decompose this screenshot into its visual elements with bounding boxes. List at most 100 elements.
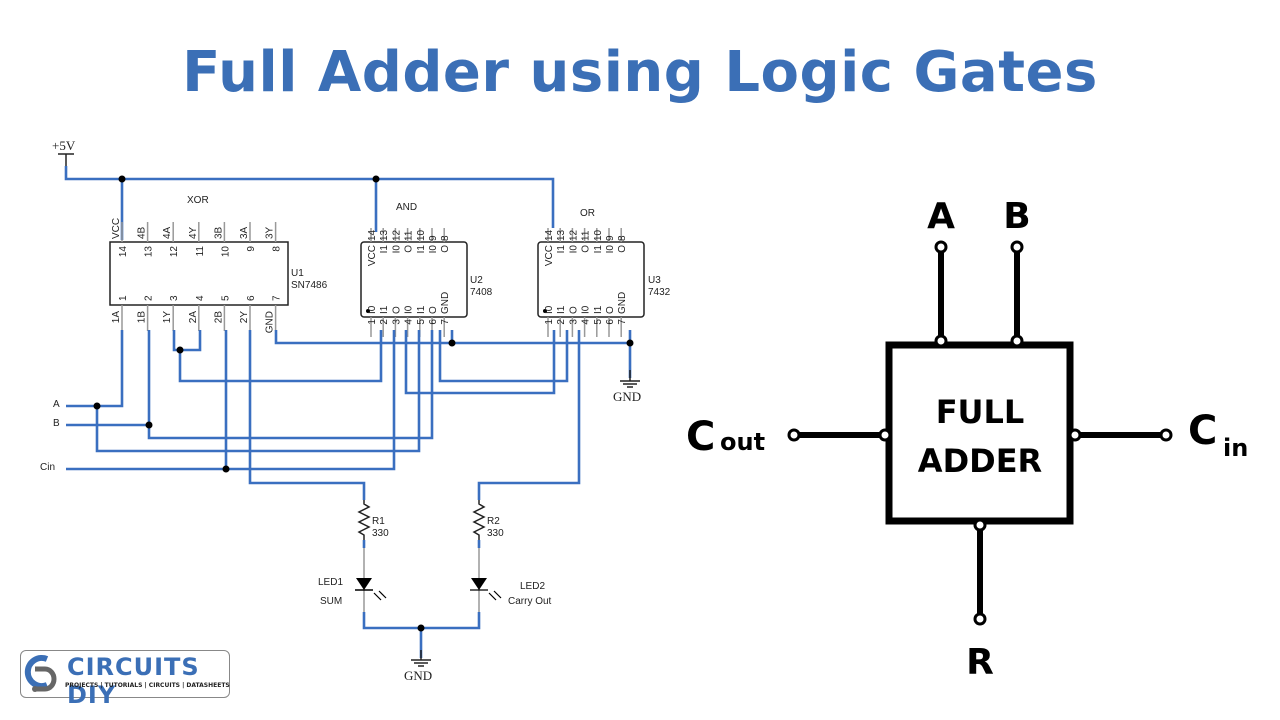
pin-name: 1Y — [162, 311, 173, 324]
pin-name: 2Y — [239, 311, 250, 324]
led1-icon: LED1 SUM — [318, 548, 387, 612]
chip-u2-and: AND U2 7408 — [360, 202, 493, 318]
pin-number: 14 — [367, 229, 378, 241]
pin-number: 9 — [605, 235, 616, 241]
pin-name: O — [428, 306, 439, 314]
pin-number: 6 — [246, 295, 257, 301]
pin-number: 2 — [144, 295, 155, 301]
chip-u3-function: OR — [580, 208, 595, 219]
led2-label: Carry Out — [508, 596, 552, 607]
pin-name: VCC — [544, 245, 555, 266]
block-output-r: R — [966, 642, 994, 683]
pin-name: O — [568, 306, 579, 314]
pin-number: 14 — [544, 229, 555, 241]
pin-name: I0 — [568, 245, 579, 254]
pin-number: 11 — [195, 246, 206, 257]
chip-u2-part: 7408 — [470, 287, 493, 298]
pin-number: 4 — [581, 319, 592, 325]
pin-name: 2B — [213, 311, 224, 324]
pin-name: I0 — [581, 305, 592, 314]
circuit-wires — [66, 330, 634, 500]
pin-name: I0 — [605, 245, 616, 254]
resistor-r1-ref: R1 — [372, 516, 385, 527]
chip-u3-ref: U3 — [648, 275, 661, 286]
pin-name: I1 — [593, 305, 604, 314]
pin-name: I1 — [556, 245, 567, 254]
pin-name: I1 — [556, 305, 567, 314]
input-label-cin: Cin — [40, 462, 55, 473]
resistor-r1: R1 330 — [357, 500, 389, 540]
schematic-canvas: +5V XOR U1 SN7486 AND U2 7408 OR U3 7432… — [40, 138, 1248, 683]
logo-tagline: PROJECTS | TUTORIALS | CIRCUITS | DATASH… — [65, 682, 230, 689]
pin-name: GND — [617, 292, 628, 314]
pin-number: 1 — [118, 295, 129, 301]
pin-number: 11 — [404, 230, 415, 241]
pin-name: O — [581, 245, 592, 253]
pin-number: 9 — [428, 235, 439, 241]
block-input-b: B — [1003, 196, 1030, 237]
pin-number: 8 — [272, 246, 283, 252]
pin-number: 4 — [404, 319, 415, 325]
pin-number: 4 — [195, 295, 206, 301]
terminal-cout — [787, 428, 801, 442]
chip-u1-part: SN7486 — [291, 280, 328, 291]
supply-symbol: +5V — [52, 138, 76, 180]
pin-number: 7 — [617, 319, 628, 325]
ground-icon: GND — [613, 370, 641, 404]
pin-name: O — [617, 245, 628, 253]
pin-name: I1 — [593, 245, 604, 254]
supply-label: +5V — [52, 138, 76, 153]
resistor-r1-value: 330 — [372, 528, 389, 539]
chip-u3-part: 7432 — [648, 287, 671, 298]
full-adder-block: FULL ADDER A B R C out C in — [686, 196, 1248, 683]
pin-number: 3 — [568, 319, 579, 325]
block-cin-main: C — [1188, 408, 1217, 454]
pin-name: GND — [265, 311, 276, 333]
pin-name: I1 — [379, 245, 390, 254]
pin-name: 3B — [213, 226, 224, 239]
pin-name: VCC — [111, 218, 122, 239]
pin-name: I0 — [544, 305, 555, 314]
block-cout-sub: out — [720, 428, 765, 456]
brand-logo[interactable]: CIRCUITS DIY PROJECTS | TUTORIALS | CIRC… — [20, 650, 230, 709]
pin-name: GND — [440, 292, 451, 314]
pin-number: 6 — [605, 319, 616, 325]
pin-number: 13 — [379, 229, 390, 241]
pin-number: 7 — [272, 295, 283, 301]
pin-name: O — [605, 306, 616, 314]
pin-name: I1 — [416, 245, 427, 254]
input-label-a: A — [53, 399, 60, 410]
chip-u2-function: AND — [396, 202, 417, 213]
pin-number: 11 — [581, 230, 592, 241]
pin-name: 4B — [137, 226, 148, 239]
pin-number: 2 — [379, 319, 390, 325]
block-input-a: A — [927, 196, 955, 237]
logo-mark-icon — [24, 655, 57, 692]
pin-name: VCC — [367, 245, 378, 266]
pin-number: 10 — [220, 246, 231, 258]
pin-name: I1 — [379, 305, 390, 314]
ground-icon: GND — [404, 650, 432, 683]
pin-name: 4Y — [188, 226, 199, 239]
pin-number: 5 — [416, 319, 427, 325]
block-cout-main: C — [686, 414, 715, 460]
pin-number: 9 — [246, 246, 257, 252]
terminal-r — [973, 612, 987, 626]
pin-name: I0 — [428, 245, 439, 254]
pin-number: 3 — [169, 295, 180, 301]
pin-number: 10 — [593, 229, 604, 241]
pin-name: O — [404, 245, 415, 253]
pin-number: 3 — [391, 319, 402, 325]
chip-u1-ref: U1 — [291, 268, 304, 279]
ground-label: GND — [404, 668, 432, 683]
resistor-r2: R2 330 — [472, 500, 504, 540]
pin-number: 12 — [169, 246, 180, 258]
input-label-b: B — [53, 418, 60, 429]
pin-number: 13 — [144, 246, 155, 258]
pin-number: 2 — [556, 319, 567, 325]
pin-name: 4A — [162, 226, 173, 239]
pin-name: 1A — [111, 311, 122, 324]
pin-number: 8 — [617, 235, 628, 241]
led2-icon: LED2 Carry Out — [470, 548, 552, 612]
pin-name: O — [440, 245, 451, 253]
